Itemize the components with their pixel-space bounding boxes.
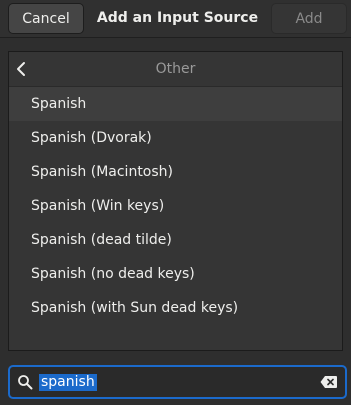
list-header: Other bbox=[9, 52, 342, 87]
list-item[interactable]: Spanish (Dvorak) bbox=[9, 121, 342, 155]
list-item-label: Spanish bbox=[31, 96, 87, 112]
list-item-label: Spanish (dead tilde) bbox=[31, 232, 172, 248]
input-source-list: Other Spanish Spanish (Dvorak) Spanish (… bbox=[8, 51, 343, 351]
header-bar: Cancel Add an Input Source Add bbox=[0, 0, 351, 38]
list-item-label: Spanish (Win keys) bbox=[31, 198, 165, 214]
list-item-label: Spanish (Dvorak) bbox=[31, 130, 152, 146]
cancel-button[interactable]: Cancel bbox=[8, 3, 84, 34]
search-input[interactable]: spanish bbox=[8, 365, 347, 399]
search-input-value: spanish bbox=[39, 374, 97, 391]
list-item[interactable]: Spanish (with Sun dead keys) bbox=[9, 291, 342, 325]
list-item[interactable]: Spanish (dead tilde) bbox=[9, 223, 342, 257]
add-button[interactable]: Add bbox=[271, 3, 347, 34]
list-item-label: Spanish (with Sun dead keys) bbox=[31, 300, 239, 316]
list-item[interactable]: Spanish bbox=[9, 87, 342, 121]
list-item[interactable]: Spanish (Macintosh) bbox=[9, 155, 342, 189]
list-category-title: Other bbox=[155, 61, 196, 77]
list-item[interactable]: Spanish (no dead keys) bbox=[9, 257, 342, 291]
dialog-title: Add an Input Source bbox=[96, 10, 259, 26]
list-item-label: Spanish (no dead keys) bbox=[31, 266, 195, 282]
backspace-clear-icon[interactable] bbox=[320, 375, 338, 389]
list-item[interactable]: Spanish (Win keys) bbox=[9, 189, 342, 223]
search-icon bbox=[18, 375, 33, 390]
list-item-label: Spanish (Macintosh) bbox=[31, 164, 173, 180]
